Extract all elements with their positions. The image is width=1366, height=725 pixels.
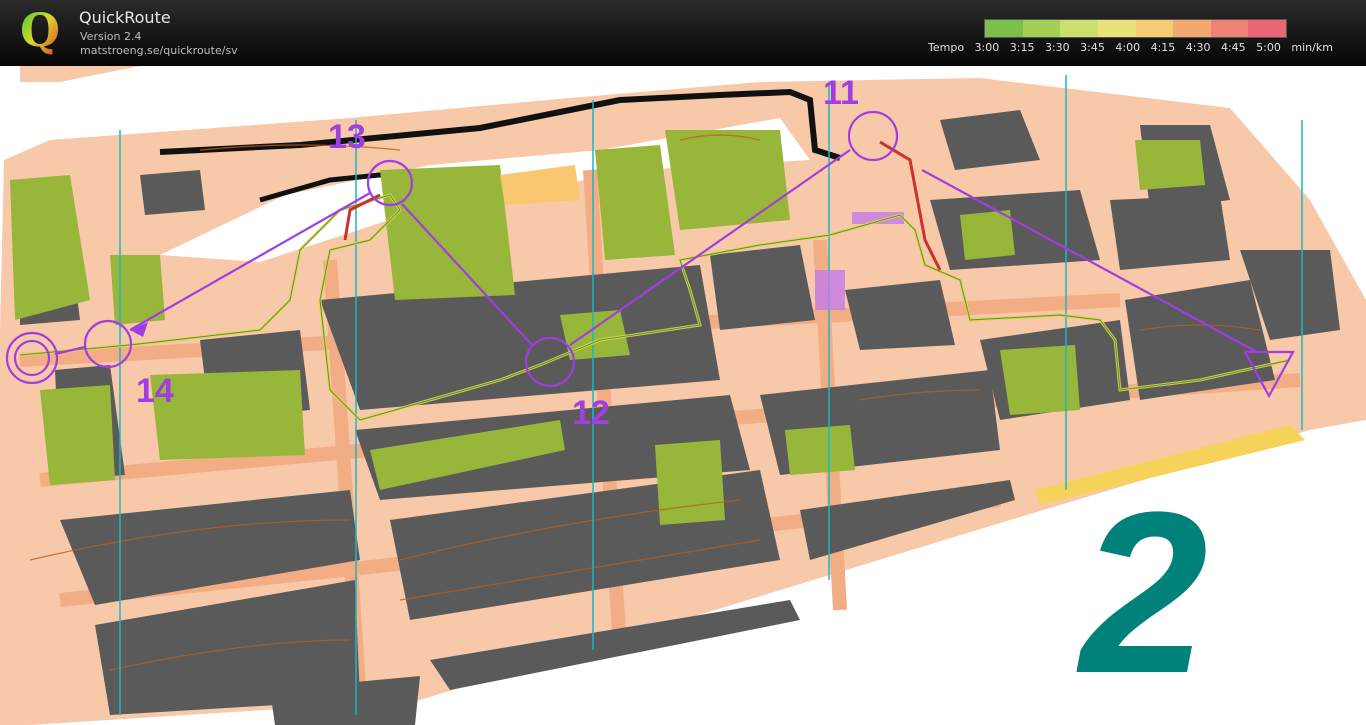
orienteering-map[interactable]: 11 12 13 14 2 [0, 66, 1366, 725]
tempo-tick: 4:15 [1150, 41, 1176, 54]
legend-color-cell [985, 20, 1023, 37]
legend-color-cell [1022, 20, 1061, 37]
tempo-color-legend [984, 19, 1287, 38]
title-bar: Q QuickRoute Version 2.4 matstroeng.se/q… [0, 0, 1366, 66]
tempo-tick: 3:15 [1009, 41, 1035, 54]
tempo-unit: min/km [1291, 41, 1333, 54]
control-number-12: 12 [572, 394, 610, 432]
tempo-tick: 4:45 [1220, 41, 1246, 54]
legend-color-cell [1097, 20, 1136, 37]
svg-text:Q: Q [20, 6, 60, 57]
control-number-11: 11 [823, 74, 859, 112]
tempo-tick: 3:45 [1080, 41, 1105, 54]
tempo-tick: 3:30 [1044, 41, 1070, 54]
legend-color-cell [1210, 20, 1249, 37]
legend-color-cell [1248, 20, 1286, 37]
tempo-tick: 4:00 [1115, 41, 1141, 54]
legend-color-cell [1060, 20, 1098, 37]
legend-color-cell [1173, 20, 1211, 37]
quickroute-logo-icon: Q [20, 6, 60, 57]
app-version: Version 2.4 [80, 30, 142, 43]
tempo-scale: Tempo 3:00 3:15 3:30 3:45 4:00 4:15 4:30… [928, 41, 1340, 54]
map-section-number: 2 [1076, 464, 1208, 721]
control-number-13: 13 [328, 118, 366, 156]
legend-color-cell [1135, 20, 1174, 37]
tempo-tick: 5:00 [1256, 41, 1281, 54]
tempo-tick: 3:00 [974, 41, 1000, 54]
tempo-tick: 4:30 [1185, 41, 1211, 54]
tempo-label: Tempo [928, 41, 965, 54]
control-number-14: 14 [136, 372, 174, 410]
app-title: QuickRoute [79, 8, 171, 27]
app-url: matstroeng.se/quickroute/sv [80, 44, 238, 57]
forbidden-area [815, 270, 845, 310]
map-top-strip [20, 66, 140, 82]
